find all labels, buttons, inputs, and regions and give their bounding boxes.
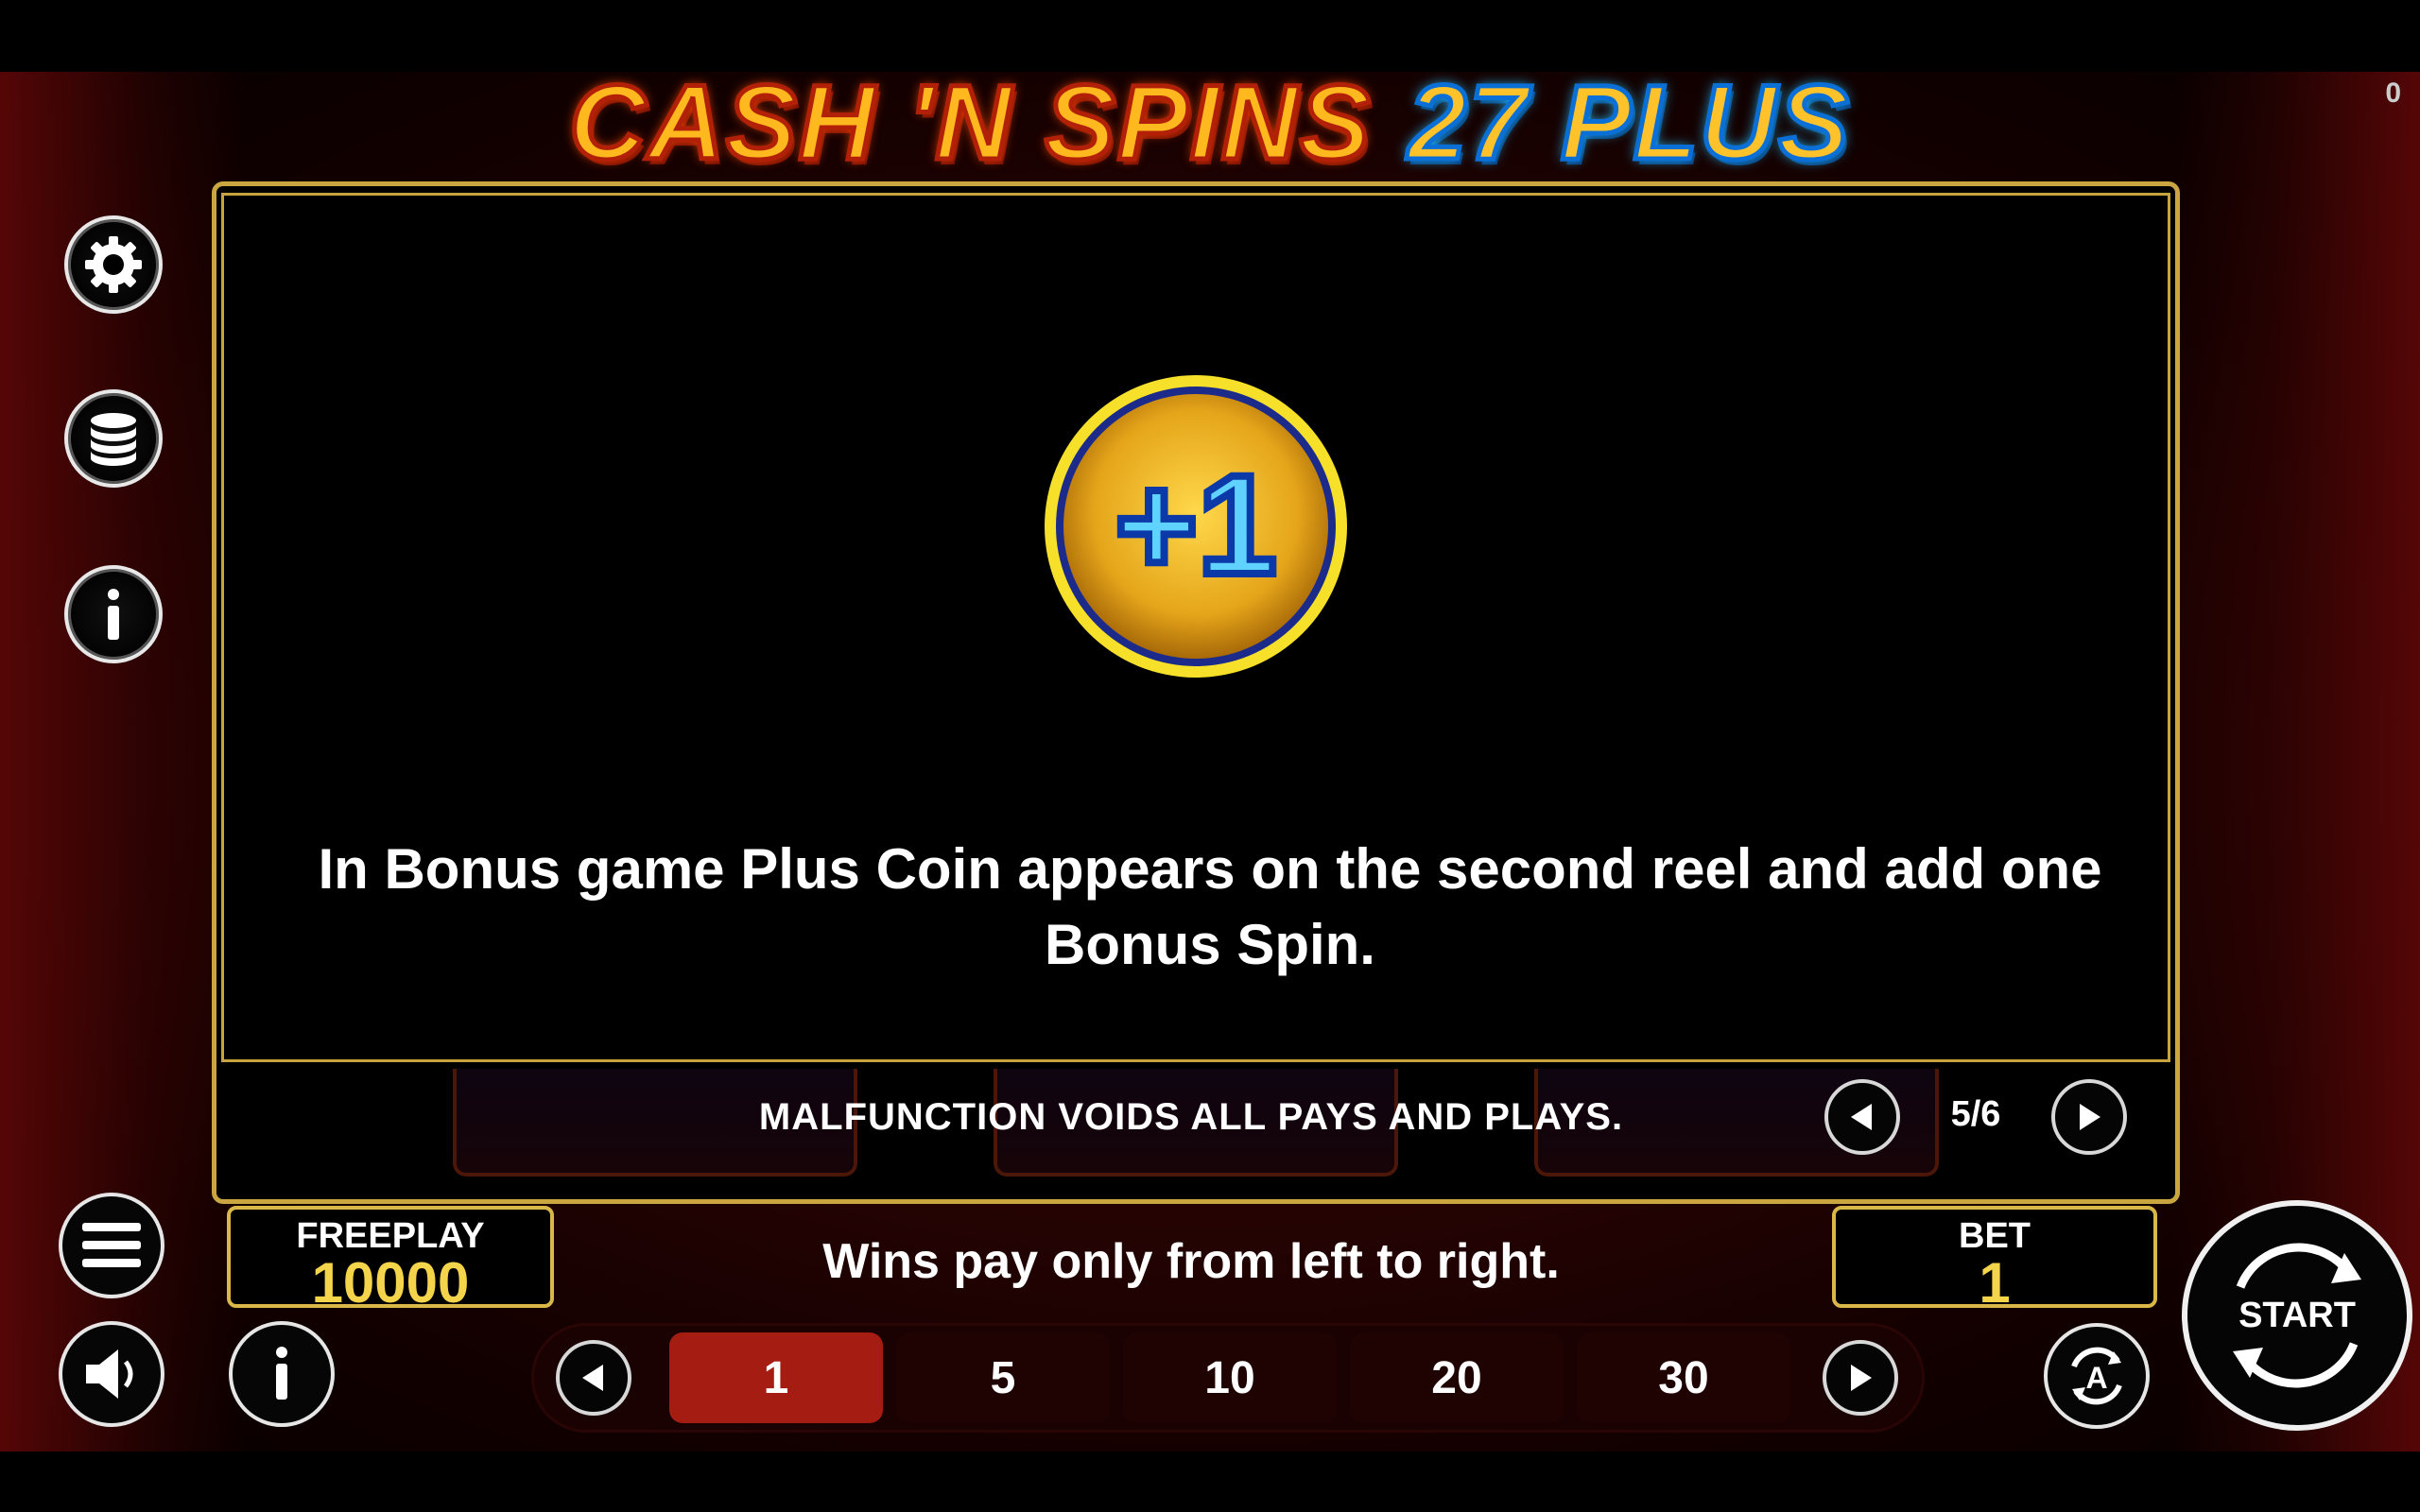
- game-logo: CASH 'N SPINS 27 PLUS: [0, 63, 2420, 181]
- info-description: In Bonus game Plus Coin appears on the s…: [318, 837, 2102, 976]
- freeplay-label: FREEPLAY: [296, 1216, 485, 1256]
- info-icon: [276, 1347, 287, 1400]
- start-label: START: [2238, 1295, 2356, 1335]
- plus-coin-symbol: +1: [1040, 370, 1352, 682]
- logo-title-part2: 27 PLUS: [1406, 63, 1851, 181]
- info-icon: [108, 589, 119, 640]
- bet-increase-button[interactable]: [1823, 1340, 1898, 1416]
- bet-value: 1: [1979, 1251, 2011, 1314]
- malfunction-notice: MALFUNCTION VOIDS ALL PAYS AND PLAYS.: [758, 1096, 1624, 1138]
- game-info-button[interactable]: [229, 1321, 335, 1427]
- bet-option-5[interactable]: 5: [896, 1332, 1110, 1423]
- autoplay-button[interactable]: A: [2044, 1323, 2150, 1429]
- freeplay-box: FREEPLAY 10000: [227, 1206, 554, 1312]
- next-arrow-icon: [2080, 1104, 2100, 1130]
- bet-option-1[interactable]: 1: [669, 1332, 883, 1423]
- settings-button[interactable]: [64, 215, 163, 314]
- svg-text:A: A: [2085, 1361, 2107, 1395]
- info-prev-page-button[interactable]: [1824, 1079, 1900, 1155]
- plus-coin-icon: +1: [1045, 375, 1347, 678]
- bet-option-20[interactable]: 20: [1350, 1332, 1564, 1423]
- bet-label: BET: [1959, 1216, 2031, 1256]
- bet-option-10[interactable]: 10: [1123, 1332, 1337, 1423]
- prev-arrow-icon: [582, 1365, 603, 1391]
- sound-icon: [86, 1349, 133, 1399]
- menu-icon: [82, 1223, 141, 1267]
- next-arrow-icon: [1851, 1365, 1872, 1391]
- bet-decrease-button[interactable]: [556, 1340, 631, 1416]
- info-page-indicator: 5/6: [1950, 1094, 2001, 1134]
- corner-counter: 0: [2385, 77, 2401, 109]
- gear-icon: [85, 236, 142, 293]
- prev-arrow-icon: [1851, 1104, 1872, 1130]
- coins-icon: [91, 413, 136, 466]
- bet-box: BET 1: [1832, 1206, 2157, 1312]
- sound-button[interactable]: [59, 1321, 164, 1427]
- logo-title-part1: CASH 'N SPINS: [567, 63, 1373, 181]
- info-next-page-button[interactable]: [2051, 1079, 2127, 1155]
- bet-option-30[interactable]: 30: [1577, 1332, 1790, 1423]
- start-spin-button[interactable]: START: [2182, 1200, 2412, 1431]
- freeplay-value: 10000: [311, 1251, 470, 1314]
- menu-button[interactable]: [59, 1193, 164, 1298]
- coins-button[interactable]: [64, 389, 163, 488]
- wins-message: Wins pay only from left to right.: [822, 1234, 1560, 1289]
- coin-label: +1: [1115, 445, 1276, 604]
- autoplay-icon: A: [2071, 1347, 2122, 1405]
- paytable-info-button[interactable]: [64, 565, 163, 663]
